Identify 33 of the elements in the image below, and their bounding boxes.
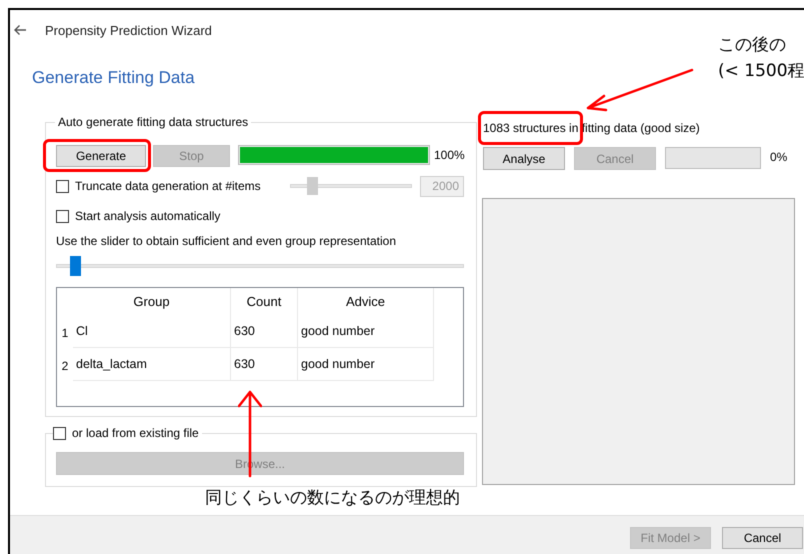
cancel-button[interactable]: Cancel <box>722 527 803 549</box>
checkbox[interactable] <box>56 180 69 192</box>
table-cell: good number <box>298 348 434 381</box>
table-cell: Cl <box>73 315 231 348</box>
back-arrow-icon[interactable] <box>13 24 27 36</box>
checkbox-label: Truncate data generation at #items <box>75 179 261 193</box>
table-cell: delta_lactam <box>73 348 231 381</box>
table-cell: good number <box>298 315 434 348</box>
page-heading: Generate Fitting Data <box>32 68 195 88</box>
progress-percent: 0% <box>770 150 788 164</box>
table-cell: 630 <box>231 348 298 381</box>
column-header: Advice <box>298 288 434 315</box>
annotation-text: この後の <box>718 34 786 56</box>
group-title: Auto generate fitting data structures <box>57 115 250 129</box>
row-number: 2 <box>60 358 70 374</box>
summary-text: 1083 structures in fitting data (good size) <box>482 120 701 136</box>
checkbox[interactable] <box>53 426 66 440</box>
window-title: Propensity Prediction Wizard <box>45 22 212 38</box>
slider-thumb[interactable] <box>70 256 81 276</box>
column-header: Count <box>231 288 298 315</box>
analyse-button[interactable]: Analyse <box>483 147 565 170</box>
generate-button[interactable]: Generate <box>56 145 146 167</box>
row-number: 1 <box>60 324 70 342</box>
progress-percent: 100% <box>434 148 465 162</box>
annotation-text: (< 1500程 <box>718 60 804 82</box>
annotation-text: 同じくらいの数になるのが理想的 <box>205 487 460 509</box>
slider-track[interactable] <box>56 264 464 268</box>
column-header: Group <box>73 288 231 315</box>
checkbox-label: Start analysis automatically <box>75 209 220 223</box>
checkbox[interactable] <box>56 210 69 222</box>
hint-text: Use the slider to obtain sufficient and even group representation <box>56 233 397 249</box>
table-cell: 630 <box>231 315 298 348</box>
checkbox-label: or load from existing file <box>72 426 199 440</box>
